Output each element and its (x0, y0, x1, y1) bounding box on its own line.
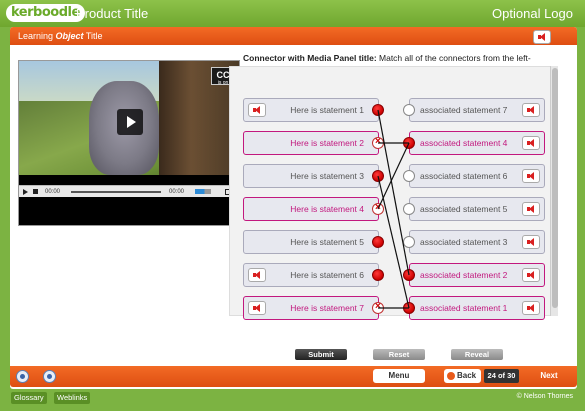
settings-icon[interactable] (43, 370, 56, 383)
left-connector-dot[interactable] (372, 236, 384, 248)
video-total-time: 00:00 (169, 189, 185, 195)
speaker-icon[interactable] (522, 301, 540, 315)
left-statement[interactable]: Here is statement 5 (243, 230, 379, 254)
learning-object-title: Learning Object Title (10, 27, 577, 45)
right-statement-label: associated statement 4 (420, 138, 508, 148)
speaker-icon[interactable] (522, 268, 540, 282)
right-statement[interactable]: associated statement 4 (409, 131, 545, 155)
right-connector-dot[interactable] (403, 137, 415, 149)
right-statement[interactable]: associated statement 6 (409, 164, 545, 188)
volume-slider[interactable] (195, 189, 211, 194)
left-statement[interactable]: Here is statement 1 (243, 98, 379, 122)
page-counter: 24 of 30 (484, 369, 519, 383)
left-statement[interactable]: Here is statement 3 (243, 164, 379, 188)
reveal-button[interactable]: Reveal (451, 349, 503, 360)
copyright-text: © Nelson Thornes (516, 393, 573, 400)
glossary-button[interactable]: Glossary (11, 392, 47, 404)
right-statement[interactable]: associated statement 1 (409, 296, 545, 320)
right-statement-label: associated statement 5 (420, 204, 508, 214)
reset-button[interactable]: Reset (373, 349, 425, 360)
left-connector-dot[interactable] (372, 136, 384, 149)
play-icon[interactable] (23, 189, 28, 195)
speaker-icon[interactable] (248, 268, 266, 282)
help-icon[interactable] (16, 370, 29, 383)
video-seek-bar[interactable] (71, 191, 161, 193)
left-statement-label: Here is statement 1 (290, 105, 364, 115)
panel-scrollbar[interactable] (550, 66, 558, 316)
right-statement[interactable]: associated statement 5 (409, 197, 545, 221)
product-title: Product Title (76, 6, 149, 21)
video-current-time: 00:00 (45, 189, 61, 195)
speaker-icon[interactable] (522, 169, 540, 183)
left-connector-dot[interactable] (372, 269, 384, 281)
menu-button[interactable]: Menu (373, 369, 425, 383)
back-button[interactable]: Back (444, 369, 481, 383)
right-statement[interactable]: associated statement 3 (409, 230, 545, 254)
video-controls: 00:00 00:00 (19, 185, 239, 197)
video-player[interactable]: CC is on 00:00 00:00 (18, 60, 240, 226)
right-connector-dot[interactable] (403, 104, 415, 116)
left-statement-label: Here is statement 5 (290, 237, 364, 247)
speaker-icon[interactable] (248, 301, 266, 315)
left-statement-label: Here is statement 6 (290, 270, 364, 280)
instructions-audio-button[interactable] (533, 30, 551, 44)
submit-button[interactable]: Submit (295, 349, 347, 360)
right-statement-label: associated statement 2 (420, 270, 508, 280)
speaker-icon[interactable] (522, 202, 540, 216)
left-connector-dot[interactable] (372, 104, 384, 116)
left-connector-dot[interactable] (372, 301, 384, 314)
right-statement[interactable]: associated statement 2 (409, 263, 545, 287)
video-frame[interactable]: CC is on (19, 61, 239, 175)
left-statement-label: Here is statement 7 (290, 303, 364, 313)
next-button[interactable]: Next (532, 369, 566, 383)
left-statement-label: Here is statement 4 (290, 204, 364, 214)
weblinks-button[interactable]: Weblinks (54, 392, 91, 404)
left-statement[interactable]: Here is statement 4 (243, 197, 379, 221)
right-statement-label: associated statement 6 (420, 171, 508, 181)
right-connector-dot[interactable] (403, 236, 415, 248)
right-connector-dot[interactable] (403, 269, 415, 281)
right-connector-dot[interactable] (403, 203, 415, 215)
left-connector-dot[interactable] (372, 170, 384, 182)
speaker-icon[interactable] (522, 103, 540, 117)
right-connector-dot[interactable] (403, 170, 415, 182)
app-header: kerboodle Product Title Optional Logo (0, 0, 585, 27)
video-play-button[interactable] (117, 109, 143, 135)
left-statement-label: Here is statement 2 (290, 138, 364, 148)
left-statement[interactable]: Here is statement 2 (243, 131, 379, 155)
stop-icon[interactable] (33, 189, 38, 194)
optional-logo: Optional Logo (492, 6, 573, 21)
left-connector-dot[interactable] (372, 202, 384, 215)
kerboodle-logo: kerboodle (6, 4, 85, 22)
right-statement-label: associated statement 7 (420, 105, 508, 115)
left-statement[interactable]: Here is statement 7 (243, 296, 379, 320)
scrollbar-thumb[interactable] (552, 68, 558, 308)
right-connector-dot[interactable] (403, 302, 415, 314)
speaker-icon[interactable] (522, 235, 540, 249)
right-statement-label: associated statement 3 (420, 237, 508, 247)
speaker-icon[interactable] (522, 136, 540, 150)
right-statement-label: associated statement 1 (420, 303, 508, 313)
left-statement-label: Here is statement 3 (290, 171, 364, 181)
left-statement[interactable]: Here is statement 6 (243, 263, 379, 287)
right-statement[interactable]: associated statement 7 (409, 98, 545, 122)
speaker-icon[interactable] (248, 103, 266, 117)
